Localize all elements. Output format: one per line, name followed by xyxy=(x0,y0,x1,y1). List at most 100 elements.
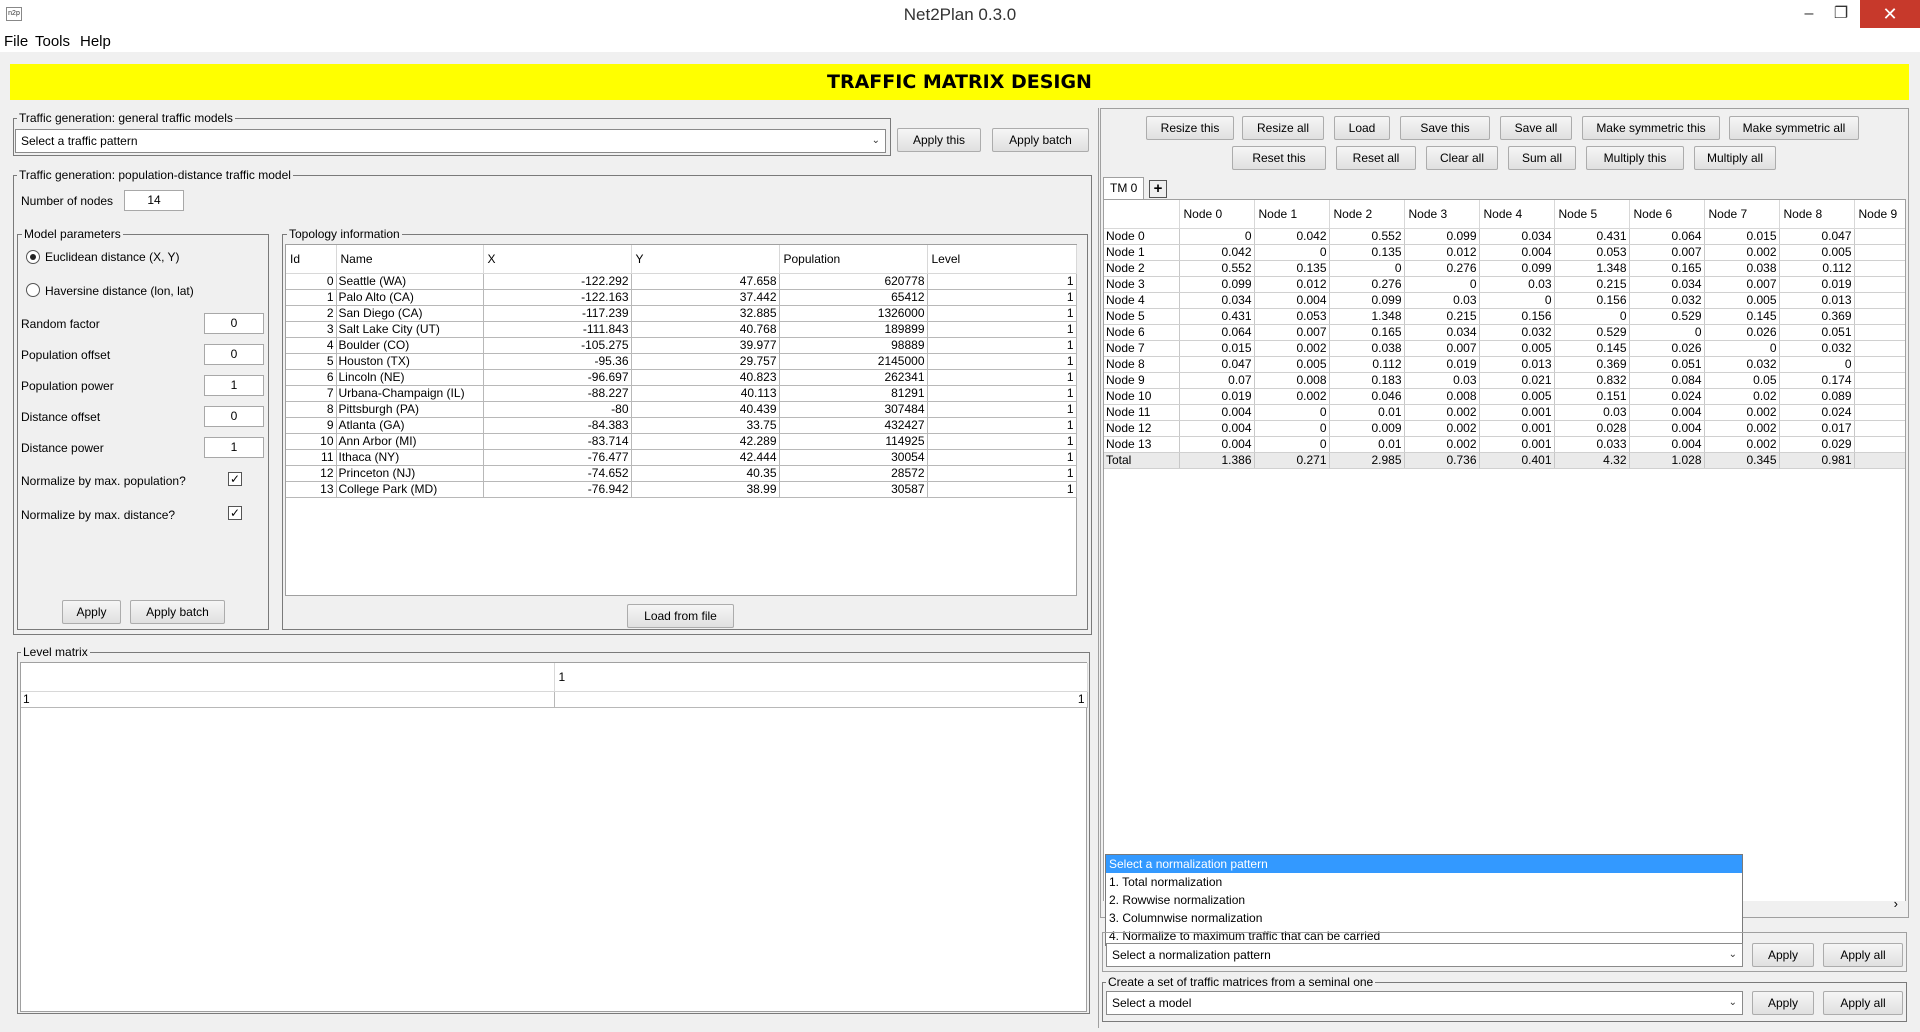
column-header[interactable]: Y xyxy=(631,245,780,274)
matrix-cell[interactable]: 0.046 xyxy=(1329,388,1405,405)
pop-offset-input[interactable]: 0 xyxy=(204,344,264,365)
matrix-cell[interactable]: 0.156 xyxy=(1479,308,1555,325)
matrix-cell[interactable]: 0.004 xyxy=(1629,420,1705,437)
matrix-cell[interactable]: 0.015 xyxy=(1704,228,1780,245)
random-factor-input[interactable]: 0 xyxy=(204,313,264,334)
matrix-cell[interactable]: 0.002 xyxy=(1704,436,1780,453)
menu-tools[interactable]: Tools xyxy=(35,33,70,50)
apply-batch-button[interactable]: Apply batch xyxy=(992,128,1089,152)
dropdown-option[interactable]: 2. Rowwise normalization xyxy=(1106,891,1742,909)
matrix-cell[interactable]: 0.369 xyxy=(1554,356,1630,373)
table-cell[interactable]: 1 xyxy=(554,691,1088,708)
matrix-cell[interactable]: 0.165 xyxy=(1329,324,1405,341)
toolbar-button-reset-all[interactable]: Reset all xyxy=(1336,146,1416,170)
matrix-cell[interactable]: 0.089 xyxy=(1779,388,1855,405)
matrix-cell[interactable]: 0.051 xyxy=(1779,324,1855,341)
table-row[interactable]: 12 Princeton (NJ) -74.652 40.35 28572 1 xyxy=(286,465,1077,482)
matrix-cell[interactable]: 0.007 xyxy=(1404,340,1480,357)
haversine-radio[interactable] xyxy=(26,283,40,297)
matrix-cell[interactable]: 0.008 xyxy=(1404,388,1480,405)
maximize-icon[interactable]: ❐ xyxy=(1818,0,1864,28)
matrix-cell[interactable]: 0. xyxy=(1854,420,1905,437)
matrix-cell[interactable]: 0.002 xyxy=(1404,420,1480,437)
table-row[interactable]: 3 Salt Lake City (UT) -111.843 40.768 189899… xyxy=(286,321,1077,338)
toolbar-button-reset-this[interactable]: Reset this xyxy=(1232,146,1326,170)
matrix-cell[interactable]: 0.002 xyxy=(1254,388,1330,405)
matrix-cell[interactable]: 0.004 xyxy=(1179,420,1255,437)
toolbar-button-clear-all[interactable]: Clear all xyxy=(1426,146,1498,170)
matrix-cell[interactable]: 0.002 xyxy=(1704,244,1780,261)
toolbar-button-save-this[interactable]: Save this xyxy=(1400,116,1490,140)
matrix-cell[interactable]: 0.004 xyxy=(1254,292,1330,309)
num-nodes-input[interactable]: 14 xyxy=(124,190,184,211)
matrix-cell[interactable]: 0.215 xyxy=(1554,276,1630,293)
matrix-cell[interactable]: 0.053 xyxy=(1254,308,1330,325)
matrix-cell[interactable]: 0 xyxy=(1779,356,1855,373)
matrix-cell[interactable]: 0.026 xyxy=(1629,340,1705,357)
load-from-file-button[interactable]: Load from file xyxy=(627,604,734,628)
toolbar-button-multiply-all[interactable]: Multiply all xyxy=(1694,146,1776,170)
matrix-cell[interactable]: 0.013 xyxy=(1479,356,1555,373)
matrix-cell[interactable]: 0.024 xyxy=(1629,388,1705,405)
toolbar-button-multiply-this[interactable]: Multiply this xyxy=(1586,146,1684,170)
normalization-apply-all-button[interactable]: Apply all xyxy=(1823,943,1903,967)
matrix-cell[interactable]: 0 xyxy=(1854,340,1905,357)
matrix-cell[interactable]: 0.099 xyxy=(1179,276,1255,293)
matrix-cell[interactable] xyxy=(1854,372,1905,389)
toolbar-button-save-all[interactable]: Save all xyxy=(1500,116,1572,140)
matrix-cell[interactable]: 0 xyxy=(1704,340,1780,357)
matrix-cell[interactable]: 0.017 xyxy=(1779,420,1855,437)
column-header[interactable]: Population xyxy=(779,245,928,274)
matrix-cell[interactable]: 0.004 xyxy=(1179,436,1255,453)
matrix-cell[interactable]: 0.008 xyxy=(1254,372,1330,389)
column-header[interactable]: Node 2 xyxy=(1329,200,1405,229)
matrix-cell[interactable]: 0. xyxy=(1854,356,1905,373)
seminal-apply-button[interactable]: Apply xyxy=(1752,991,1814,1015)
matrix-cell[interactable]: 0.431 xyxy=(1179,308,1255,325)
matrix-cell[interactable]: 0.033 xyxy=(1554,436,1630,453)
matrix-cell[interactable]: 0.165 xyxy=(1629,260,1705,277)
matrix-cell[interactable]: 0.064 xyxy=(1179,324,1255,341)
toolbar-button-load[interactable]: Load xyxy=(1334,116,1390,140)
matrix-cell[interactable]: 0.005 xyxy=(1779,244,1855,261)
close-icon[interactable]: ✕ xyxy=(1860,0,1920,28)
matrix-cell[interactable]: 0.007 xyxy=(1629,244,1705,261)
table-row[interactable]: 6 Lincoln (NE) -96.697 40.823 262341 1 xyxy=(286,369,1077,386)
matrix-cell[interactable]: 0.029 xyxy=(1779,436,1855,453)
toolbar-button-sum-all[interactable]: Sum all xyxy=(1508,146,1576,170)
table-row[interactable]: 11 Ithaca (NY) -76.477 42.444 30054 1 xyxy=(286,449,1077,466)
matrix-cell[interactable]: 0 xyxy=(1479,292,1555,309)
menu-help[interactable]: Help xyxy=(80,33,111,50)
column-header[interactable]: Node 1 xyxy=(1254,200,1330,229)
matrix-cell[interactable]: 0.529 xyxy=(1554,324,1630,341)
matrix-cell[interactable]: 0.034 xyxy=(1479,228,1555,245)
matrix-cell[interactable]: 0.002 xyxy=(1704,420,1780,437)
matrix-cell[interactable]: 0.005 xyxy=(1479,388,1555,405)
matrix-cell[interactable]: 0.05 xyxy=(1704,372,1780,389)
matrix-cell[interactable]: 0. xyxy=(1854,260,1905,277)
matrix-cell[interactable]: 0.215 xyxy=(1404,308,1480,325)
matrix-cell[interactable]: 0. xyxy=(1854,244,1905,261)
table-row[interactable]: 2 San Diego (CA) -117.239 32.885 1326000 1 xyxy=(286,305,1077,322)
matrix-cell[interactable]: 0. xyxy=(1854,404,1905,421)
matrix-cell[interactable]: 0.001 xyxy=(1479,436,1555,453)
column-header[interactable]: Node 0 xyxy=(1179,200,1255,229)
pop-power-input[interactable]: 1 xyxy=(204,375,264,396)
matrix-cell[interactable]: 0.004 xyxy=(1479,244,1555,261)
matrix-cell[interactable]: 0.026 xyxy=(1704,324,1780,341)
column-header[interactable]: Id xyxy=(286,245,337,274)
matrix-cell[interactable]: 0 xyxy=(1254,420,1330,437)
traffic-pattern-select[interactable]: Select a traffic pattern ⌄ xyxy=(15,129,886,153)
matrix-cell[interactable]: 0.552 xyxy=(1329,228,1405,245)
toolbar-button-resize-all[interactable]: Resize all xyxy=(1242,116,1324,140)
dist-offset-input[interactable]: 0 xyxy=(204,406,264,427)
matrix-cell[interactable]: 0. xyxy=(1854,308,1905,325)
matrix-cell[interactable]: 0.019 xyxy=(1404,356,1480,373)
matrix-cell[interactable]: 0.145 xyxy=(1704,308,1780,325)
matrix-cell[interactable]: 1.348 xyxy=(1329,308,1405,325)
matrix-cell[interactable]: 0.019 xyxy=(1779,276,1855,293)
matrix-cell[interactable]: 0.012 xyxy=(1254,276,1330,293)
matrix-cell[interactable]: 0.012 xyxy=(1404,244,1480,261)
matrix-cell[interactable]: 0.03 xyxy=(1404,292,1480,309)
matrix-cell[interactable]: 0.112 xyxy=(1329,356,1405,373)
